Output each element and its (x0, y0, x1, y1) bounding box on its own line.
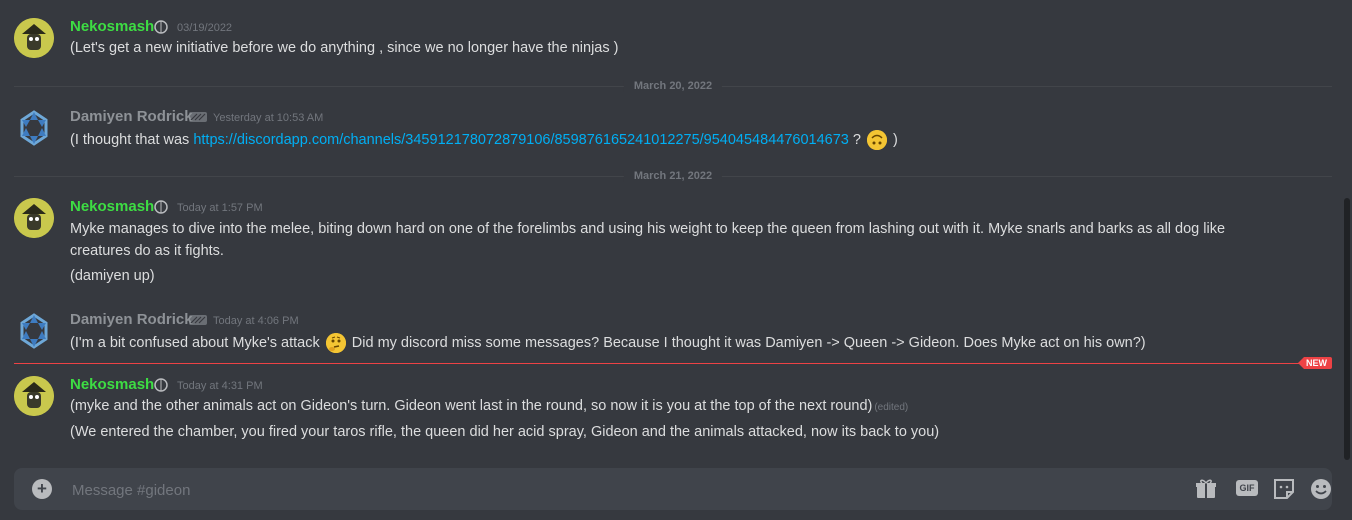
message-text-part: Did my discord miss some messages? Becau… (347, 334, 1146, 351)
username[interactable]: Nekosmash (70, 198, 154, 215)
username[interactable]: Nekosmash (70, 376, 154, 393)
message-composer: + GIF (14, 468, 1333, 512)
thinking-face-icon[interactable] (325, 333, 346, 353)
message-text-part: ) (888, 131, 898, 148)
date-divider: March 20, 2022 (14, 80, 1332, 92)
message-input[interactable] (70, 468, 1174, 512)
username[interactable]: Damiyen Rodrick (70, 108, 193, 125)
username[interactable]: Nekosmash (70, 18, 154, 35)
date-divider: March 21, 2022 (14, 170, 1332, 182)
scrollbar-thumb[interactable] (1344, 198, 1350, 460)
new-badge: NEW (1298, 357, 1332, 369)
timestamp: Today at 1:57 PM (177, 202, 263, 214)
message-text-part: (I thought that was (70, 131, 194, 148)
edited-label: (edited) (874, 402, 909, 413)
emoji-icon[interactable] (1309, 478, 1333, 500)
date-divider-label: March 20, 2022 (623, 80, 723, 92)
message-group: Nekosmash 03/19/2022 (Let's get a new in… (0, 0, 1330, 70)
avatar[interactable] (14, 311, 54, 351)
avatar[interactable] (14, 18, 54, 58)
timestamp: Today at 4:06 PM (213, 315, 299, 327)
timestamp: Today at 4:31 PM (177, 380, 263, 392)
message-text-part: (I'm a bit confused about Myke's attack (70, 334, 324, 351)
message-text: (I thought that was https://discordapp.c… (70, 130, 898, 150)
message-link[interactable]: https://discordapp.com/channels/34591217… (193, 132, 849, 148)
message-text: Myke manages to dive into the melee, bit… (70, 221, 1226, 259)
message-text: (We entered the chamber, you fired your … (70, 424, 940, 440)
message-text: (damiyen up) (70, 268, 155, 284)
avatar[interactable] (14, 376, 54, 416)
nitro-badge-icon (154, 378, 172, 392)
message-text-part: ? (848, 131, 861, 148)
message-text: (I'm a bit confused about Myke's attack … (70, 333, 1146, 353)
timestamp: 03/19/2022 (177, 22, 233, 34)
gif-icon[interactable]: GIF (1236, 480, 1258, 496)
add-attachment-icon[interactable]: + (32, 479, 52, 499)
nitro-badge-icon (154, 200, 172, 214)
scrollbar[interactable] (1344, 0, 1350, 460)
gift-icon[interactable] (1194, 478, 1218, 500)
upside-down-face-icon[interactable] (866, 130, 887, 150)
message-text: (Let's get a new initiative before we do… (70, 40, 619, 56)
timestamp: Yesterday at 10:53 AM (213, 112, 324, 124)
member-badge-icon (188, 110, 207, 124)
avatar[interactable] (14, 198, 54, 238)
avatar[interactable] (14, 108, 54, 148)
username[interactable]: Damiyen Rodrick (70, 311, 193, 328)
date-divider-label: March 21, 2022 (623, 170, 723, 182)
nitro-badge-icon (154, 20, 172, 34)
new-messages-divider: NEW (14, 357, 1332, 369)
sticker-icon[interactable] (1272, 478, 1296, 500)
message-text-part: (myke and the other animals act on Gideo… (70, 398, 873, 414)
message-text: (myke and the other animals act on Gideo… (70, 398, 908, 414)
member-badge-icon (188, 313, 207, 327)
